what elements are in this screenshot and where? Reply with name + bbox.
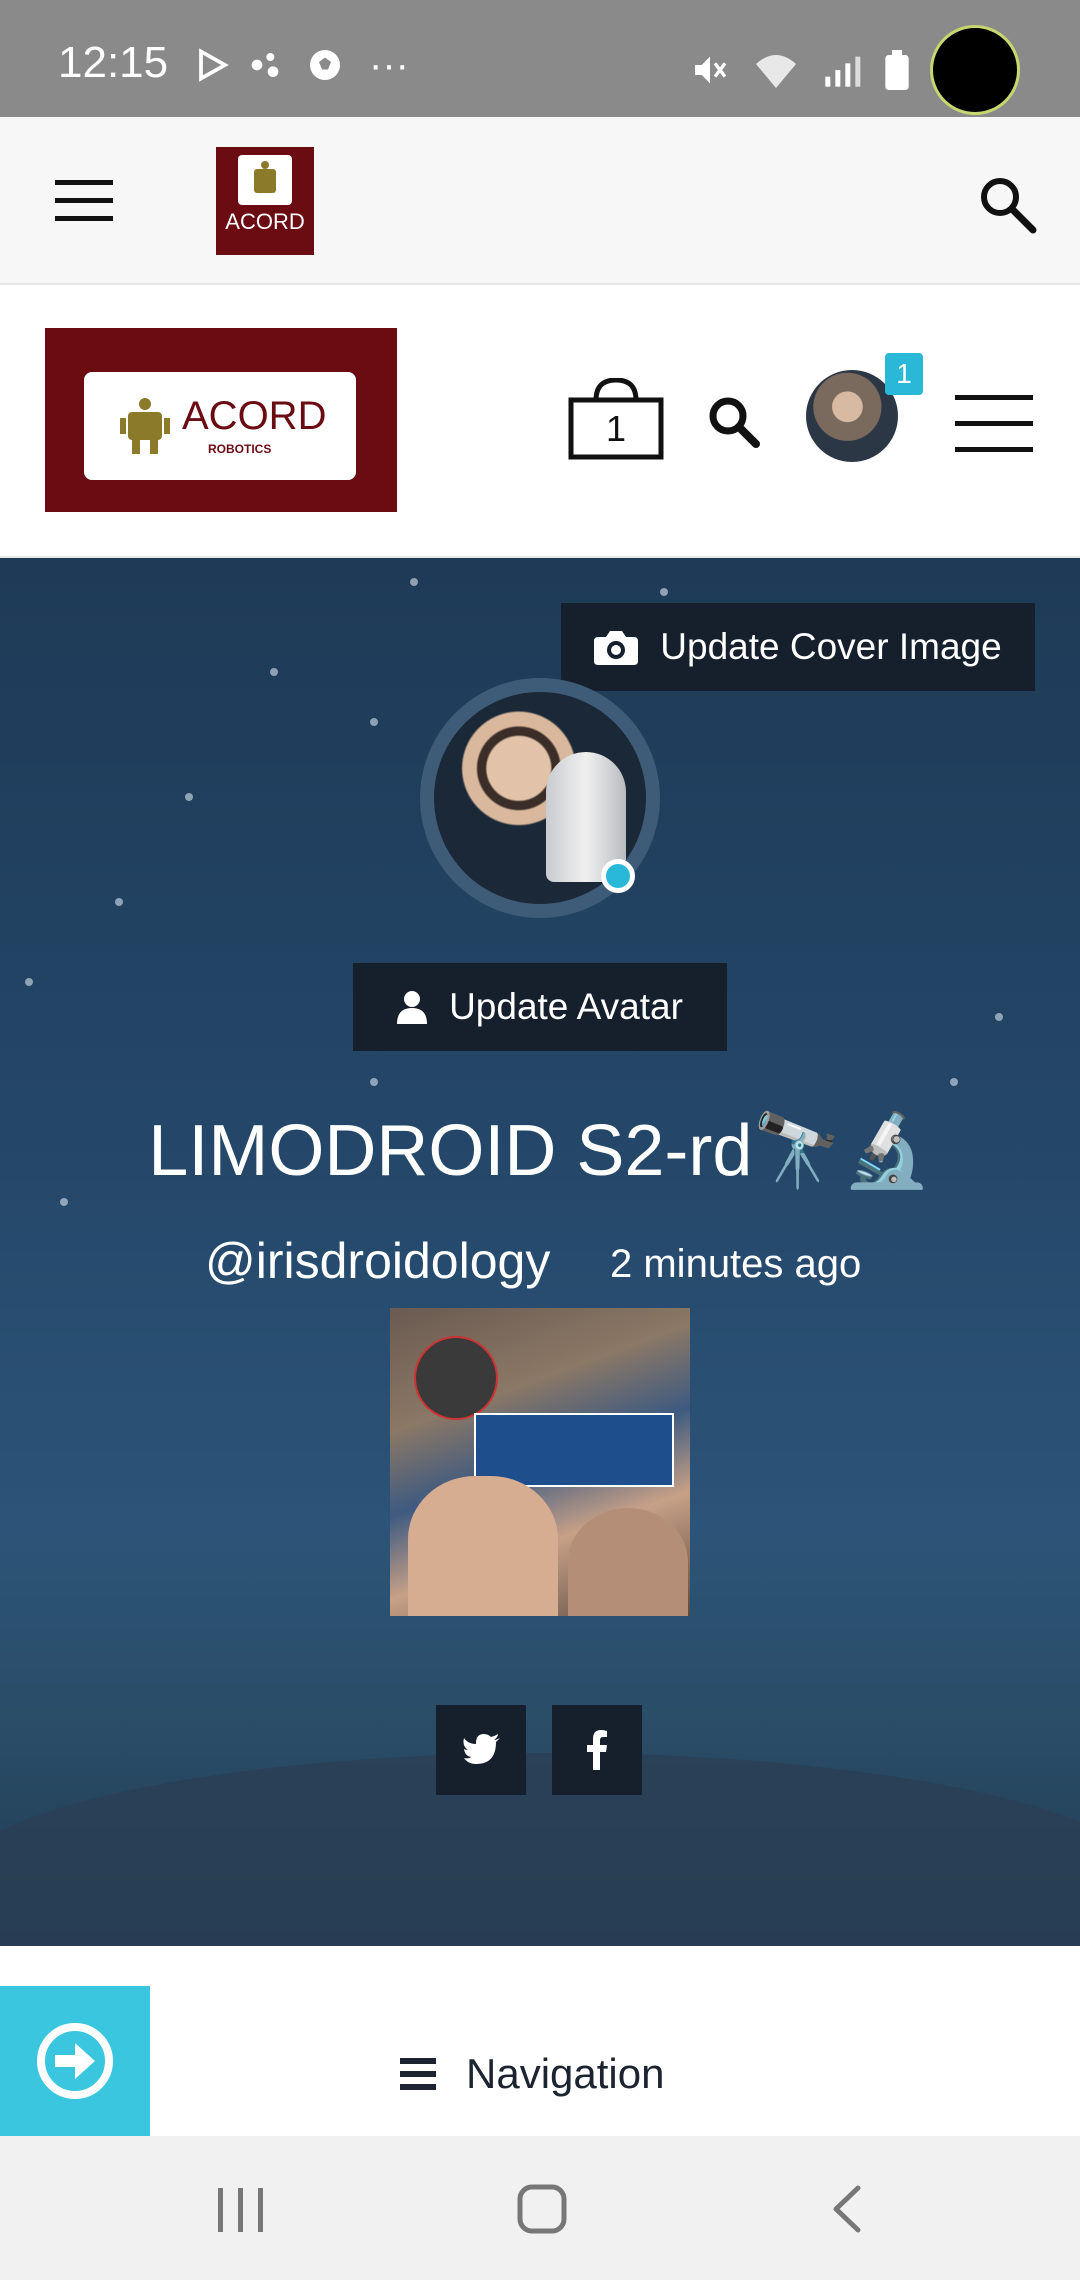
- facebook-share-button[interactable]: [552, 1705, 642, 1795]
- menu-icon[interactable]: [955, 395, 1033, 453]
- site-logo-inner: ACORD ROBOTICS: [84, 372, 356, 480]
- status-notification-icons: ···: [195, 43, 409, 87]
- site-logo-small-text: ACORD: [225, 209, 305, 234]
- signal-icon: [825, 56, 861, 87]
- home-icon[interactable]: [517, 2184, 567, 2234]
- twitter-icon: [463, 1734, 500, 1764]
- search-icon[interactable]: [975, 172, 1039, 236]
- list-menu-icon: [400, 2058, 436, 2090]
- more-notifications-icon: ···: [369, 43, 409, 87]
- navigation-toggle[interactable]: Navigation: [400, 2050, 664, 2098]
- update-avatar-label: Update Avatar: [449, 986, 683, 1027]
- cart-count: 1: [605, 408, 627, 449]
- site-logo-text: ACORD: [182, 394, 327, 438]
- status-system-icons: [690, 50, 910, 90]
- site-logo-subtext: ROBOTICS: [208, 442, 272, 456]
- site-logo-small[interactable]: ACORD: [216, 147, 314, 255]
- update-cover-label: Update Cover Image: [660, 626, 1002, 667]
- camera-cutout: [930, 25, 1020, 115]
- robot-logo-icon: [120, 398, 170, 454]
- navigation-label: Navigation: [466, 2050, 665, 2097]
- update-avatar-button[interactable]: Update Avatar: [353, 963, 727, 1051]
- camera-icon: [594, 631, 639, 665]
- menu-icon[interactable]: [55, 180, 113, 222]
- mute-icon: [695, 56, 727, 84]
- last-active-time: 2 minutes ago: [610, 1242, 862, 1286]
- user-icon: [397, 991, 428, 1024]
- status-image[interactable]: [390, 1308, 690, 1616]
- navigation-bar: [0, 1946, 1080, 2136]
- update-cover-button[interactable]: Update Cover Image: [561, 603, 1035, 691]
- soccer-icon: [310, 50, 340, 80]
- profile-handle: @irisdroidology: [205, 1233, 551, 1289]
- twitter-share-button[interactable]: [436, 1705, 526, 1795]
- battery-icon: [885, 50, 909, 90]
- wifi-icon: [756, 55, 796, 88]
- back-icon[interactable]: [828, 2184, 864, 2234]
- top-app-header: [0, 117, 1080, 285]
- recent-apps-icon[interactable]: [216, 2186, 266, 2234]
- robot-logo-icon: [238, 155, 292, 205]
- arrow-right-circle-icon: [37, 2023, 113, 2099]
- search-icon[interactable]: [706, 394, 760, 448]
- facebook-icon: [587, 1730, 607, 1770]
- assistant-icon: [251, 53, 279, 77]
- cart-button[interactable]: 1: [568, 378, 664, 460]
- online-status-indicator: [601, 859, 635, 893]
- profile-name: LIMODROID S2-rd🔭🔬: [148, 1111, 932, 1191]
- play-store-icon: [199, 48, 229, 82]
- status-time: 12:15: [58, 38, 169, 87]
- notification-badge: 1: [885, 353, 923, 395]
